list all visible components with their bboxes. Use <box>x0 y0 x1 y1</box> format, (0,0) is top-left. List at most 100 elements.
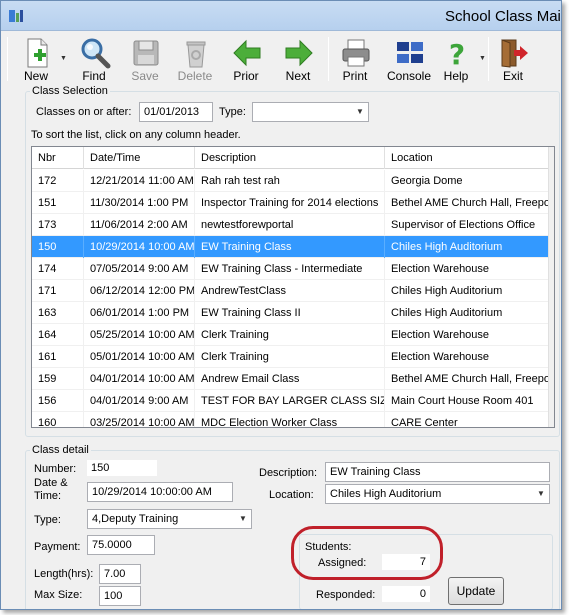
find-button[interactable]: Find <box>71 35 117 83</box>
table-cell: EW Training Class - Intermediate <box>195 258 385 280</box>
table-row[interactable]: 150 10/29/2014 10:00 AM EW Training Class C… <box>32 236 552 258</box>
table-cell: 164 <box>32 324 84 346</box>
type-select-value: 4,Deputy Training <box>92 513 179 525</box>
type-label: Type: <box>34 514 61 526</box>
date-time-input[interactable]: 10/29/2014 10:00:00 AM <box>87 482 233 502</box>
table-cell: 10/29/2014 10:00 AM <box>84 236 195 258</box>
responded-label: Responded: <box>316 589 376 601</box>
column-header-location[interactable]: Location <box>385 147 552 169</box>
table-cell: Rah rah test rah <box>195 170 385 192</box>
table-cell: 161 <box>32 346 84 368</box>
table-cell: 163 <box>32 302 84 324</box>
assigned-value: 7 <box>382 554 430 570</box>
length-input[interactable]: 7.00 <box>99 564 141 584</box>
table-row[interactable]: 156 04/01/2014 9:00 AM TEST FOR BAY LARGER… <box>32 390 552 412</box>
table-row[interactable]: 159 04/01/2014 10:00 AM Andrew Email Class… <box>32 368 552 390</box>
table-cell: Clerk Training <box>195 324 385 346</box>
delete-label: Delete <box>177 69 213 83</box>
responded-value: 0 <box>382 586 430 602</box>
assigned-label: Assigned: <box>318 557 367 569</box>
table-row[interactable]: 173 11/06/2014 2:00 AM newtestforewportal S… <box>32 214 552 236</box>
class-list-grid[interactable]: Nbr Date/Time Description Location 172 12… <box>31 146 555 428</box>
number-field[interactable]: 150 <box>87 460 157 476</box>
description-label: Description: <box>259 467 318 479</box>
table-cell: Main Court House Room 401 <box>385 390 552 412</box>
print-label: Print <box>342 69 368 83</box>
title-bar: School Class Mai <box>1 1 561 31</box>
prior-button[interactable]: Prior <box>223 35 269 83</box>
type-select[interactable]: 4,Deputy Training ▼ <box>87 509 252 529</box>
table-cell: EW Training Class II <box>195 302 385 324</box>
find-label: Find <box>82 69 106 83</box>
printer-icon <box>342 39 370 67</box>
table-row[interactable]: 174 07/05/2014 9:00 AM EW Training Class -… <box>32 258 552 280</box>
table-cell: 04/01/2014 10:00 AM <box>84 368 195 390</box>
table-cell: 151 <box>32 192 84 214</box>
table-row[interactable]: 151 11/30/2014 1:00 PM Inspector Training … <box>32 192 552 214</box>
table-row[interactable]: 163 06/01/2014 1:00 PM EW Training Class I… <box>32 302 552 324</box>
grid-vertical-scrollbar[interactable] <box>548 147 554 427</box>
table-row[interactable]: 171 06/12/2014 12:00 PM AndrewTestClass Chi… <box>32 280 552 302</box>
table-cell: Chiles High Auditorium <box>385 236 552 258</box>
window-title: School Class Mai <box>445 8 561 25</box>
table-row[interactable]: 172 12/21/2014 11:00 AM Rah rah test rah Ge… <box>32 170 552 192</box>
type-filter-select[interactable]: ▼ <box>252 102 369 122</box>
magnifier-icon <box>81 38 111 69</box>
chevron-down-icon: ▼ <box>537 489 545 498</box>
update-button[interactable]: Update <box>448 577 504 605</box>
payment-label: Payment: <box>34 541 81 553</box>
prior-label: Prior <box>233 69 259 83</box>
chevron-down-icon: ▼ <box>239 514 247 523</box>
description-input[interactable]: EW Training Class <box>325 462 550 482</box>
help-dropdown-arrow-icon[interactable]: ▼ <box>479 55 486 62</box>
save-button[interactable]: Save <box>122 35 168 83</box>
max-size-label: Max Size: <box>34 589 83 601</box>
table-cell: Supervisor of Elections Office <box>385 214 552 236</box>
new-dropdown-arrow-icon[interactable]: ▼ <box>60 55 67 62</box>
table-cell: CARE Center <box>385 412 552 427</box>
length-label: Length(hrs): <box>34 568 94 580</box>
table-row[interactable]: 164 05/25/2014 10:00 AM Clerk Training Elec… <box>32 324 552 346</box>
table-cell: 03/25/2014 10:00 AM <box>84 412 195 427</box>
new-label: New <box>23 69 48 83</box>
table-cell: 05/01/2014 10:00 AM <box>84 346 195 368</box>
table-cell: EW Training Class <box>195 236 385 258</box>
recycle-bin-icon <box>186 41 206 68</box>
date-label-line-2: Time: <box>34 490 62 502</box>
students-label: Students: <box>305 541 352 553</box>
next-button[interactable]: Next <box>275 35 321 83</box>
table-cell: Bethel AME Church Hall, Freeport <box>385 368 552 390</box>
exit-label: Exit <box>502 69 523 83</box>
location-select-value: Chiles High Auditorium <box>330 488 442 500</box>
class-detail-legend: Class detail <box>32 444 89 456</box>
next-label: Next <box>285 69 311 83</box>
table-cell: MDC Election Worker Class <box>195 412 385 427</box>
classes-on-or-after-input[interactable]: 01/01/2013 <box>139 102 213 122</box>
column-header-nbr[interactable]: Nbr <box>32 147 84 169</box>
table-cell: 173 <box>32 214 84 236</box>
column-header-description[interactable]: Description <box>195 147 385 169</box>
table-cell: Bethel AME Church Hall, Freeport <box>385 192 552 214</box>
table-cell: 06/01/2014 1:00 PM <box>84 302 195 324</box>
payment-input[interactable]: 75.0000 <box>87 535 155 555</box>
table-row[interactable]: 161 05/01/2014 10:00 AM Clerk Training Elec… <box>32 346 552 368</box>
location-select[interactable]: Chiles High Auditorium ▼ <box>325 484 550 504</box>
class-selection-legend: Class Selection <box>32 85 108 97</box>
print-button[interactable]: Print <box>332 35 378 83</box>
console-button[interactable]: Console <box>386 35 432 83</box>
delete-button[interactable]: Delete <box>172 35 218 83</box>
table-cell: Election Warehouse <box>385 346 552 368</box>
table-cell: Election Warehouse <box>385 324 552 346</box>
table-cell: AndrewTestClass <box>195 280 385 302</box>
svg-text:?: ? <box>449 38 465 69</box>
exit-button[interactable]: Exit <box>490 35 536 83</box>
column-header-date-time[interactable]: Date/Time <box>84 147 195 169</box>
classes-on-or-after-label: Classes on or after: <box>36 106 132 118</box>
table-row[interactable]: 160 03/25/2014 10:00 AM MDC Election Worke… <box>32 412 552 427</box>
floppy-disk-icon <box>133 40 159 66</box>
table-cell: 11/06/2014 2:00 AM <box>84 214 195 236</box>
table-cell: TEST FOR BAY LARGER CLASS SIZE <box>195 390 385 412</box>
max-size-input[interactable]: 100 <box>99 586 141 606</box>
new-button[interactable]: New <box>13 35 59 83</box>
help-button[interactable]: ? Help <box>433 35 479 83</box>
